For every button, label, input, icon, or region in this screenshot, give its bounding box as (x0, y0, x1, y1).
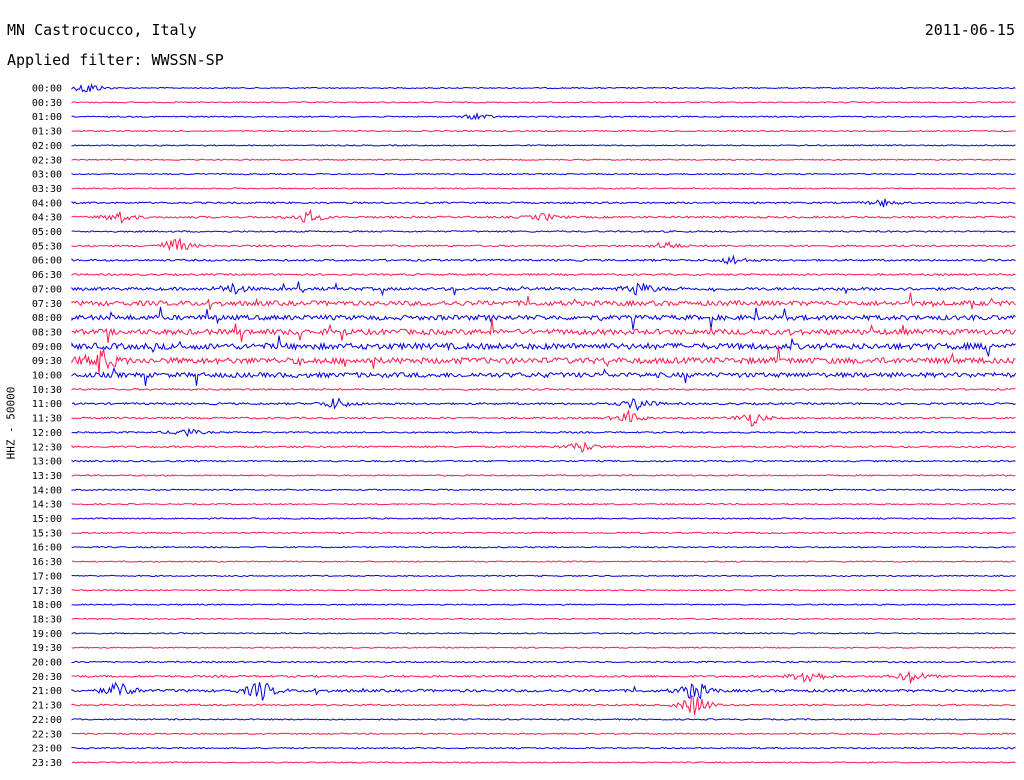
trace-line (71, 502, 1016, 506)
row-time-label: 19:00 (32, 629, 62, 640)
row-time-label: 20:00 (32, 658, 62, 669)
row-time-label: 16:00 (32, 543, 62, 554)
row-time-label: 14:30 (32, 500, 62, 511)
row-time-label: 08:30 (32, 327, 62, 338)
row-time-label: 10:30 (32, 385, 62, 396)
trace-line (71, 632, 1016, 635)
row-time-label: 09:30 (32, 356, 62, 367)
row-time-label: 12:00 (32, 428, 62, 439)
trace-line (71, 345, 1016, 375)
trace-line (71, 646, 1016, 649)
row-time-label: 15:30 (32, 528, 62, 539)
trace-line (71, 254, 1016, 265)
row-time-label: 05:00 (32, 227, 62, 238)
trace-line (71, 531, 1016, 535)
row-time-label: 01:30 (32, 127, 62, 138)
trace-line (71, 129, 1016, 133)
trace-line (71, 366, 1016, 386)
trace-line (71, 208, 1016, 224)
row-time-label: 02:30 (32, 155, 62, 166)
trace-line (71, 408, 1016, 427)
trace-line (71, 474, 1016, 477)
row-time-label: 09:00 (32, 342, 62, 353)
trace-line (71, 761, 1016, 764)
trace-line (71, 603, 1016, 606)
trace-line (71, 387, 1016, 391)
row-time-label: 02:00 (32, 141, 62, 152)
trace-line (71, 441, 1016, 453)
trace-line (71, 718, 1016, 721)
trace-line (71, 172, 1016, 176)
row-time-label: 14:00 (32, 485, 62, 496)
row-time-label: 12:30 (32, 442, 62, 453)
trace-line (71, 187, 1016, 190)
trace-line (71, 732, 1016, 736)
row-time-label: 00:30 (32, 98, 62, 109)
row-time-label: 04:00 (32, 198, 62, 209)
trace-line (71, 589, 1016, 592)
row-time-label: 23:00 (32, 744, 62, 755)
row-time-label: 22:30 (32, 729, 62, 740)
trace-line (71, 517, 1016, 520)
row-time-label: 16:30 (32, 557, 62, 568)
trace-line (71, 427, 1016, 438)
row-time-label: 06:00 (32, 256, 62, 267)
row-time-label: 13:30 (32, 471, 62, 482)
row-time-label: 00:00 (32, 84, 62, 95)
row-time-label: 15:00 (32, 514, 62, 525)
trace-line (71, 397, 1016, 412)
trace-line (71, 198, 1016, 208)
trace-line (71, 281, 1016, 297)
trace-line (71, 306, 1016, 330)
row-time-label: 18:30 (32, 614, 62, 625)
row-time-label: 11:00 (32, 399, 62, 410)
trace-line (71, 101, 1016, 104)
row-time-label: 04:30 (32, 213, 62, 224)
trace-line (71, 574, 1016, 578)
trace-line (71, 237, 1016, 252)
row-time-label: 17:30 (32, 586, 62, 597)
row-time-label: 10:00 (32, 371, 62, 382)
trace-line (71, 746, 1016, 750)
row-time-label: 23:30 (32, 758, 62, 769)
row-time-label: 08:00 (32, 313, 62, 324)
row-time-label: 17:00 (32, 571, 62, 582)
row-time-label: 11:30 (32, 414, 62, 425)
trace-line (71, 158, 1016, 161)
row-time-label: 07:00 (32, 284, 62, 295)
trace-line (71, 230, 1016, 233)
trace-line (71, 318, 1016, 343)
trace-line (71, 144, 1016, 147)
row-time-label: 19:30 (32, 643, 62, 654)
row-time-label: 01:00 (32, 112, 62, 123)
trace-line (71, 335, 1016, 357)
row-time-label: 03:00 (32, 170, 62, 181)
trace-line (71, 272, 1016, 277)
trace-line (71, 617, 1016, 621)
trace-line (71, 292, 1016, 311)
row-time-label: 20:30 (32, 672, 62, 683)
tick-label-group: 00:00 00:30 01:00 01:30 02:00 02:30 03:00 03:30… (32, 84, 62, 769)
trace-line (71, 459, 1016, 463)
row-time-label: 05:30 (32, 241, 62, 252)
row-time-label: 22:00 (32, 715, 62, 726)
trace-line (71, 695, 1016, 715)
trace-line (71, 488, 1016, 492)
row-time-label: 21:30 (32, 701, 62, 712)
row-time-label: 18:00 (32, 600, 62, 611)
trace-line (71, 82, 1016, 93)
trace-line (71, 545, 1016, 549)
row-time-label: 07:30 (32, 299, 62, 310)
trace-line (71, 112, 1016, 121)
trace-group (71, 82, 1016, 764)
trace-line (71, 560, 1016, 563)
row-time-label: 21:00 (32, 686, 62, 697)
trace-line (71, 670, 1016, 684)
helicorder-plot: 00:00 00:30 01:00 01:30 02:00 02:30 03:00 03:30… (32, 82, 1016, 769)
trace-line (71, 681, 1016, 701)
row-time-label: 06:30 (32, 270, 62, 281)
row-time-label: 03:30 (32, 184, 62, 195)
row-time-label: 13:00 (32, 457, 62, 468)
trace-line (71, 660, 1016, 664)
